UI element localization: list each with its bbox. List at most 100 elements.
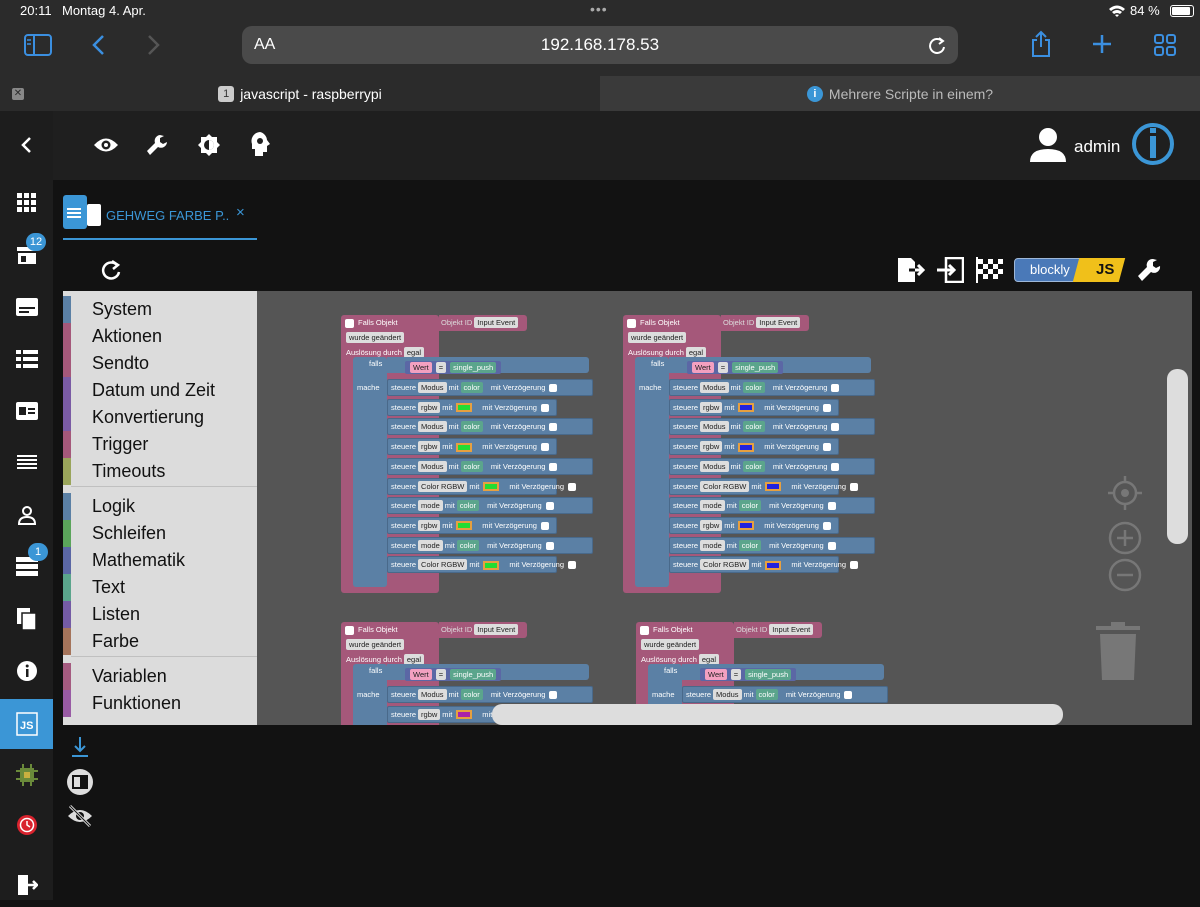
color-text-block[interactable]: color xyxy=(460,689,483,700)
toolbox-category-aktionen[interactable]: Aktionen xyxy=(63,323,257,350)
tab-javascript[interactable]: ✕ 1 javascript - raspberrypi xyxy=(0,76,600,111)
color-swatch[interactable] xyxy=(456,521,473,531)
delay-checkbox[interactable] xyxy=(831,384,840,393)
wurde-geaendert-dropdown[interactable]: wurde geändert xyxy=(626,332,688,343)
share-icon[interactable] xyxy=(1030,30,1052,58)
delay-checkbox[interactable] xyxy=(540,521,549,530)
theme-brightness-icon[interactable] xyxy=(197,133,221,157)
delay-checkbox[interactable] xyxy=(827,541,836,550)
forward-icon[interactable] xyxy=(146,34,162,56)
color-swatch[interactable] xyxy=(738,521,755,531)
toolbox-category-logik[interactable]: Logik xyxy=(63,493,257,520)
apps-grid-icon[interactable] xyxy=(0,181,53,225)
compare-block[interactable]: Wert = single_push xyxy=(687,361,784,374)
collapse-menu-icon[interactable] xyxy=(0,123,53,167)
blockly-workspace[interactable]: Falls Objekt Objekt ID Input Event wurde ge… xyxy=(257,291,1192,725)
delay-checkbox[interactable] xyxy=(549,462,558,471)
wurde-geaendert-dropdown[interactable]: wurde geändert xyxy=(344,332,406,343)
objekt-id-field[interactable]: Objekt ID Input Event xyxy=(723,317,802,328)
wrench-icon[interactable] xyxy=(145,133,169,157)
delay-checkbox[interactable] xyxy=(822,403,831,412)
color-text-block[interactable]: color xyxy=(460,382,483,393)
tab-mehrere-scripte[interactable]: i Mehrere Scripte in einem? xyxy=(600,76,1200,111)
compare-block[interactable]: Wert = single_push xyxy=(405,361,502,374)
color-text-block[interactable]: color xyxy=(460,460,483,472)
toolbox-category-farbe[interactable]: Farbe xyxy=(63,628,257,655)
back-icon[interactable] xyxy=(90,34,106,56)
restart-icon[interactable] xyxy=(100,259,122,281)
toolbox-category-datum[interactable]: Datum und Zeit xyxy=(63,377,257,404)
delay-checkbox[interactable] xyxy=(850,561,858,570)
check-flag-icon[interactable] xyxy=(976,257,1004,283)
zoom-in-icon[interactable] xyxy=(1108,521,1142,555)
close-script-icon[interactable]: × xyxy=(236,204,245,221)
toolbox-category-funktionen[interactable]: Funktionen xyxy=(63,690,257,717)
toolbox-category-variablen[interactable]: Variablen xyxy=(63,663,257,690)
trigger-group-1[interactable]: Falls Objekt Objekt ID Input Event wurde ge… xyxy=(341,315,601,605)
toolbox-category-konvertierung[interactable]: Konvertierung xyxy=(63,404,257,431)
delay-checkbox[interactable] xyxy=(844,691,853,700)
color-text-block[interactable]: color xyxy=(738,500,762,512)
eye-off-icon[interactable] xyxy=(66,804,94,828)
address-bar[interactable]: AA 192.168.178.53 xyxy=(242,26,958,64)
gear-icon[interactable] xyxy=(345,625,354,635)
toolbox-category-trigger[interactable]: Trigger xyxy=(63,431,257,458)
delay-checkbox[interactable] xyxy=(568,561,576,570)
logout-icon[interactable] xyxy=(0,863,53,907)
compare-block[interactable]: Wert = single_push xyxy=(700,668,797,681)
color-text-block[interactable]: color xyxy=(742,421,765,433)
color-text-block[interactable]: color xyxy=(460,421,483,433)
delay-checkbox[interactable] xyxy=(545,502,554,511)
toolbox-category-text[interactable]: Text xyxy=(63,574,257,601)
logs-icon[interactable] xyxy=(0,441,53,485)
blockly-to-js-toggle[interactable]: blockly JS xyxy=(1014,256,1126,284)
color-text-block[interactable]: color xyxy=(456,500,480,512)
objekt-id-field[interactable]: Objekt ID Input Event xyxy=(736,624,815,635)
files-icon[interactable] xyxy=(0,597,53,641)
color-swatch[interactable] xyxy=(483,560,500,570)
close-tab-icon[interactable]: ✕ xyxy=(12,88,24,100)
multitask-dots-icon[interactable]: ••• xyxy=(590,1,608,17)
color-text-block[interactable]: color xyxy=(755,689,778,700)
wurde-geaendert-dropdown[interactable]: wurde geändert xyxy=(639,639,701,650)
color-text-block[interactable]: color xyxy=(742,460,765,472)
toolbox-category-mathematik[interactable]: Mathematik xyxy=(63,547,257,574)
script-tab-title[interactable]: GEHWEG FARBE P.. xyxy=(106,208,229,223)
reload-icon[interactable] xyxy=(928,36,946,54)
script-tab[interactable]: GEHWEG FARBE P.. × xyxy=(63,195,257,240)
color-swatch[interactable] xyxy=(456,442,473,452)
objects-icon[interactable] xyxy=(0,285,53,329)
delay-checkbox[interactable] xyxy=(549,384,558,393)
toolbox-category-sendto[interactable]: Sendto xyxy=(63,350,257,377)
tab-overview-icon[interactable] xyxy=(1154,34,1176,56)
recenter-icon[interactable] xyxy=(1108,476,1142,510)
javascript-adapter-icon[interactable]: JS xyxy=(0,699,53,749)
color-text-block[interactable]: color xyxy=(738,539,762,551)
log-panel-icon[interactable] xyxy=(66,768,94,796)
url-text[interactable]: 192.168.178.53 xyxy=(242,35,958,55)
trash-icon[interactable] xyxy=(1094,620,1142,682)
info-icon[interactable] xyxy=(0,649,53,693)
color-text-block[interactable]: color xyxy=(456,539,480,551)
wurde-geaendert-dropdown[interactable]: wurde geändert xyxy=(344,639,406,650)
color-swatch[interactable] xyxy=(456,710,473,720)
user-avatar-icon[interactable] xyxy=(1029,127,1067,163)
eye-icon[interactable] xyxy=(93,136,119,154)
new-tab-icon[interactable] xyxy=(1092,34,1112,54)
delay-checkbox[interactable] xyxy=(831,462,840,471)
trigger-group-2[interactable]: Falls Objekt Objekt ID Input Event wurde ge… xyxy=(623,315,883,605)
delay-checkbox[interactable] xyxy=(822,443,831,452)
delay-checkbox[interactable] xyxy=(540,403,549,412)
gear-icon[interactable] xyxy=(345,318,354,328)
color-swatch[interactable] xyxy=(765,482,782,492)
import-icon[interactable] xyxy=(936,257,964,283)
color-swatch[interactable] xyxy=(738,403,755,413)
color-swatch[interactable] xyxy=(765,560,782,570)
color-text-block[interactable]: color xyxy=(742,382,765,393)
user-name[interactable]: admin xyxy=(1074,137,1120,157)
color-swatch[interactable] xyxy=(483,482,500,492)
download-log-icon[interactable] xyxy=(70,736,90,758)
delay-checkbox[interactable] xyxy=(822,521,831,530)
objekt-id-field[interactable]: Objekt ID Input Event xyxy=(441,317,520,328)
list-icon[interactable] xyxy=(0,337,53,381)
